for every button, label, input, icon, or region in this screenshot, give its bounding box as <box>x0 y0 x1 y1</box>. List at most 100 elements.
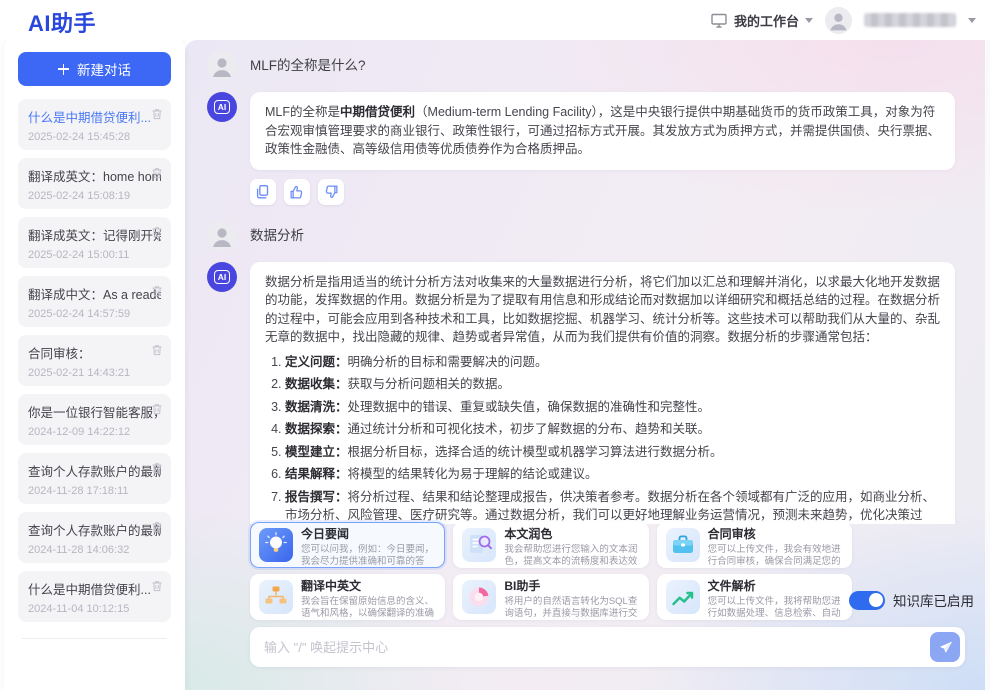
new-chat-button[interactable]: 新建对话 <box>18 52 171 86</box>
ai-avatar-label: AI <box>214 270 231 284</box>
card-title: 文件解析 <box>708 580 843 593</box>
trash-icon[interactable] <box>150 225 164 239</box>
history-time: 2025-02-24 15:45:28 <box>28 131 161 143</box>
card-translate[interactable]: 翻译中英文 我会旨在保留原始信息的含义、语气和风格，以确保翻译的准确性和自然流畅… <box>250 574 445 620</box>
card-desc: 您可以上传文件，我将帮助您进行如数据处理、信息检索、自动化办公等。 <box>708 596 843 619</box>
card-desc: 将用户的自然语言转化为SQL查询语句，并直接与数据库进行交互，返回智能推荐的图表… <box>504 596 639 619</box>
history-item[interactable]: 合同审核： 2025-02-21 14:43:21 <box>18 335 171 386</box>
divider <box>22 638 167 639</box>
person-icon <box>825 7 852 34</box>
step-item: 数据探索：通过统计分析和可视化技术，初步了解数据的分布、趋势和关联。 <box>285 420 940 439</box>
card-desc: 我会旨在保留原始信息的含义、语气和风格，以确保翻译的准确性和自然流畅。 <box>301 596 436 619</box>
card-text-polish[interactable]: 本文润色 我会帮助您进行您输入的文本润色，提高文本的流畅度和表达效果。 <box>453 522 648 568</box>
trash-icon[interactable] <box>150 461 164 475</box>
person-icon <box>207 51 237 81</box>
history-item[interactable]: 查询个人存款账户的最新... 2024-11-28 14:06:32 <box>18 512 171 563</box>
header-right: 我的工作台 <box>710 0 976 40</box>
toggle-knob <box>869 593 883 607</box>
ai-text-bold: 中期借贷便利 <box>340 105 415 119</box>
card-title: 合同审核 <box>708 528 843 541</box>
history-item[interactable]: 什么是中期借贷便利... 2024-11-04 10:12:15 <box>18 571 171 622</box>
scrollbar-track[interactable] <box>985 40 990 690</box>
chevron-down-icon <box>805 18 813 23</box>
ai-avatar-label: AI <box>214 100 231 114</box>
polish-icon <box>462 528 496 562</box>
chevron-down-icon <box>968 18 976 23</box>
send-button[interactable] <box>930 632 960 662</box>
history-item[interactable]: 什么是中期借贷便利... 2025-02-24 15:45:28 <box>18 99 171 150</box>
user-message: MLF的全称是什么? <box>185 51 980 81</box>
ai-message: AI 数据分析是指用适当的统计分析方法对收集来的大量数据进行分析，将它们加以汇总… <box>185 262 980 525</box>
step-item: 数据清洗：处理数据中的错误、重复或缺失值，确保数据的准确性和完整性。 <box>285 398 940 417</box>
bulb-icon <box>259 528 293 562</box>
step-item: 结果解释：将模型的结果转化为易于理解的结论或建议。 <box>285 465 940 484</box>
thumbs-up-button[interactable] <box>284 179 310 205</box>
history-time: 2025-02-24 15:08:19 <box>28 190 161 202</box>
history-item[interactable]: 你是一位银行智能客服，... 2024-12-09 14:22:12 <box>18 394 171 445</box>
history-title: 查询个人存款账户的最新... <box>28 520 161 539</box>
user-avatar <box>207 221 237 251</box>
paper-plane-icon <box>937 639 954 656</box>
composer <box>250 627 965 667</box>
card-title: BI助手 <box>504 580 639 593</box>
message-input[interactable] <box>264 640 930 655</box>
history-title: 什么是中期借贷便利... <box>28 107 161 126</box>
thumbs-down-button[interactable] <box>318 179 344 205</box>
card-title: 今日要闻 <box>301 528 436 541</box>
history-time: 2025-02-21 14:43:21 <box>28 367 161 379</box>
copy-button[interactable] <box>250 179 276 205</box>
user-avatar <box>207 51 237 81</box>
card-title: 本文润色 <box>504 528 639 541</box>
briefcase-icon <box>666 528 700 562</box>
pie-chart-icon <box>462 580 496 614</box>
history-time: 2024-11-28 14:06:32 <box>28 544 161 556</box>
trash-icon[interactable] <box>150 343 164 357</box>
thumbs-down-icon <box>322 183 340 201</box>
step-item: 定义问题：明确分析的目标和需要解决的问题。 <box>285 353 940 372</box>
history-time: 2025-02-24 15:00:11 <box>28 249 161 261</box>
monitor-icon <box>710 11 728 29</box>
trash-icon[interactable] <box>150 520 164 534</box>
top-header: AI助手 我的工作台 <box>0 0 990 40</box>
history-item[interactable]: 翻译成中文：As a reader... 2025-02-24 14:57:59 <box>18 276 171 327</box>
user-message: 数据分析 <box>185 221 980 251</box>
history-title: 翻译成英文：home home <box>28 166 161 185</box>
message-actions <box>185 179 980 205</box>
history-item[interactable]: 翻译成英文：记得刚开始... 2025-02-24 15:00:11 <box>18 217 171 268</box>
ai-message-bubble: MLF的全称是中期借贷便利（Medium-term Lending Facili… <box>250 92 955 170</box>
card-file-parse[interactable]: 文件解析 您可以上传文件，我将帮助您进行如数据处理、信息检索、自动化办公等。 <box>657 574 852 620</box>
card-bi-assistant[interactable]: BI助手 将用户的自然语言转化为SQL查询语句，并直接与数据库进行交互，返回智能… <box>453 574 648 620</box>
knowledge-base-toggle: 知识库已启用 <box>849 590 974 610</box>
app-logo: AI助手 <box>28 6 96 38</box>
ai-message: AI MLF的全称是中期借贷便利（Medium-term Lending Fac… <box>185 92 980 170</box>
trash-icon[interactable] <box>150 107 164 121</box>
card-today-news[interactable]: 今日要闻 您可以问我，例如：今日要闻，我会尽力提供准确和可靠的答案。 <box>250 522 445 568</box>
plus-icon <box>58 64 69 75</box>
user-message-text: 数据分析 <box>250 221 980 251</box>
history-title: 翻译成中文：As a reader... <box>28 284 161 303</box>
step-item: 数据收集：获取与分析问题相关的数据。 <box>285 375 940 394</box>
step-item: 模型建立：根据分析目标，选择合适的统计模型或机器学习算法进行数据分析。 <box>285 443 940 462</box>
step-item: 报告撰写：将分析过程、结果和结论整理成报告，供决策者参考。数据分析在各个领域都有… <box>285 488 940 525</box>
history-item[interactable]: 查询个人存款账户的最新... 2024-11-28 17:18:11 <box>18 453 171 504</box>
trash-icon[interactable] <box>150 166 164 180</box>
card-contract-review[interactable]: 合同审核 您可以上传文件，我会有效地进行合同审核，确保合同满足您的业务需求。 <box>657 522 852 568</box>
avatar[interactable] <box>825 7 852 34</box>
toggle-label: 知识库已启用 <box>893 590 974 610</box>
ai-text: MLF的全称是 <box>265 105 340 119</box>
toggle-switch[interactable] <box>849 591 885 610</box>
trash-icon[interactable] <box>150 402 164 416</box>
history-time: 2025-02-24 14:57:59 <box>28 308 161 320</box>
username-redacted[interactable] <box>864 13 956 27</box>
history-item[interactable]: 翻译成英文：home home 2025-02-24 15:08:19 <box>18 158 171 209</box>
chat-panel: MLF的全称是什么? AI MLF的全称是中期借贷便利（Medium-term … <box>185 40 990 690</box>
trash-icon[interactable] <box>150 579 164 593</box>
ai-avatar: AI <box>207 92 237 122</box>
workspace-menu[interactable]: 我的工作台 <box>710 11 813 30</box>
copy-icon <box>254 183 272 201</box>
history-title: 翻译成英文：记得刚开始... <box>28 225 161 244</box>
history-time: 2024-11-04 10:12:15 <box>28 603 161 615</box>
message-list: MLF的全称是什么? AI MLF的全称是中期借贷便利（Medium-term … <box>185 40 980 524</box>
quick-cards: 今日要闻 您可以问我，例如：今日要闻，我会尽力提供准确和可靠的答案。 本文润色 … <box>250 522 852 620</box>
trash-icon[interactable] <box>150 284 164 298</box>
